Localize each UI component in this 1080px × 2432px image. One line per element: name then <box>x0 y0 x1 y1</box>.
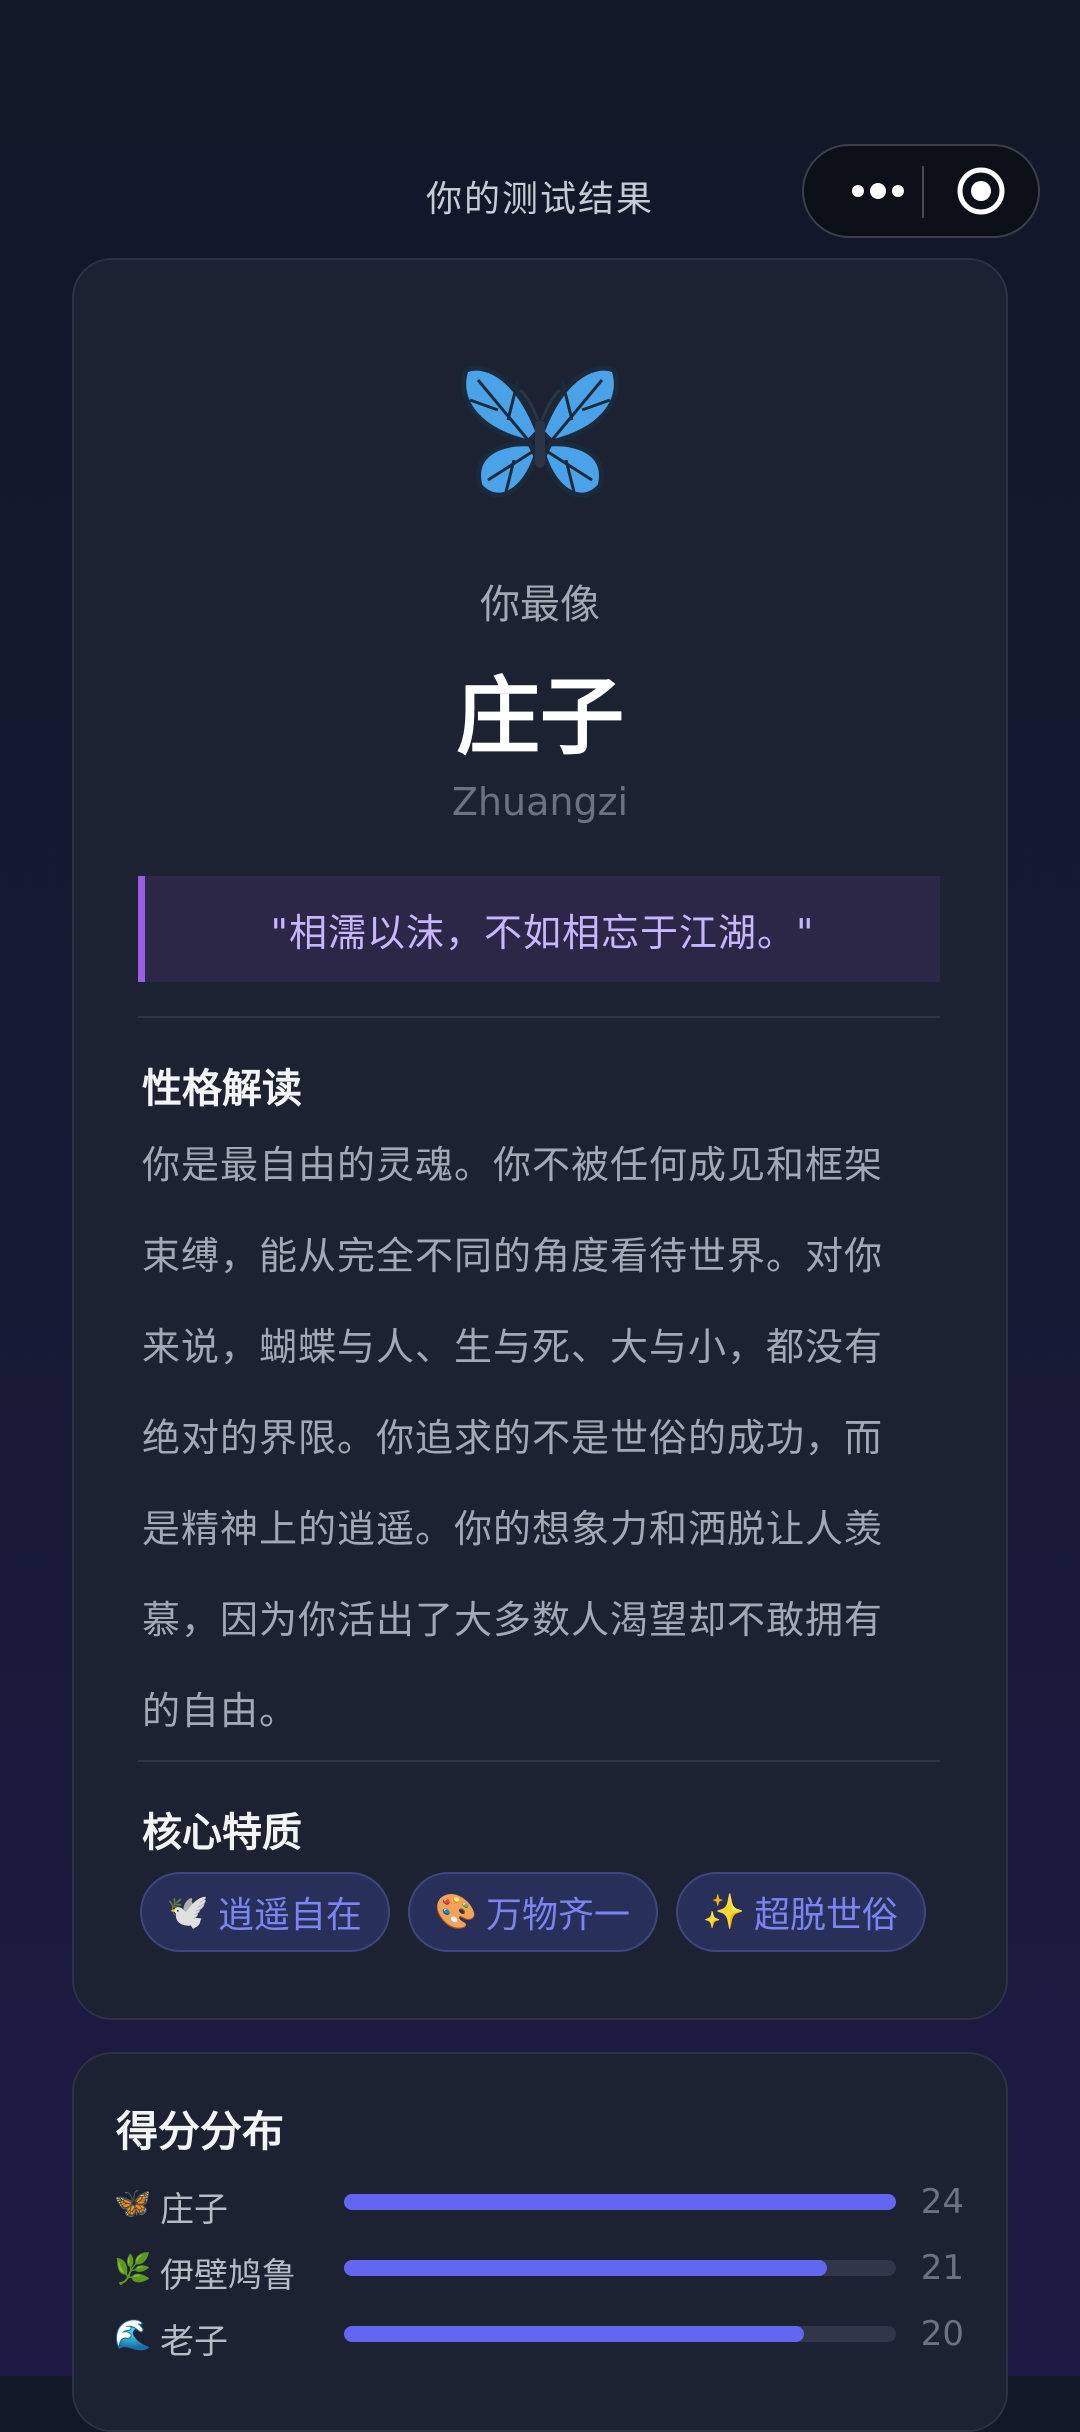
score-name: 老子 <box>160 2322 228 2362</box>
result-name-en: Zhuangzi <box>451 780 629 824</box>
description-line: 的自由。 <box>142 1689 299 1733</box>
score-value: 24 <box>920 2182 964 2222</box>
trait-tag: ✨ 超脱世俗 <box>676 1872 927 1952</box>
personality-title: 性格解读 <box>142 1066 302 1112</box>
description-line: 你是最自由的灵魂。你不被任何成见和框架 <box>142 1143 884 1187</box>
quote-text: "相濡以沫，不如相忘于江湖。" <box>270 910 815 955</box>
result-lead: 你最像 <box>480 582 600 628</box>
trait-tag: 🕊️ 逍遥自在 <box>140 1872 391 1952</box>
trait-tag: 🎨 万物齐一 <box>408 1872 659 1952</box>
close-target-icon[interactable] <box>956 166 1006 216</box>
quote-block: "相濡以沫，不如相忘于江湖。" <box>138 876 940 982</box>
traits-list: 🕊️ 逍遥自在 🎨 万物齐一 ✨ 超脱世俗 <box>140 1872 927 1952</box>
wave-icon: 🌊 <box>114 2317 152 2353</box>
palette-icon: 🎨 <box>434 1892 478 1932</box>
score-bar-fill <box>344 2326 804 2342</box>
traits-title: 核心特质 <box>142 1810 302 1856</box>
score-bar-track <box>344 2194 896 2210</box>
score-name: 伊壁鸠鲁 <box>160 2256 296 2296</box>
score-row: 🌊 老子 20 <box>114 2312 964 2362</box>
butterfly-icon <box>461 365 619 498</box>
score-value: 21 <box>920 2248 964 2288</box>
more-options-icon[interactable] <box>838 146 918 236</box>
score-row: 🦋 庄子 24 <box>114 2180 964 2230</box>
herb-icon: 🌿 <box>114 2251 152 2287</box>
result-name: 庄子 <box>455 668 624 766</box>
score-bar-track <box>344 2326 896 2342</box>
mini-program-capsule <box>802 144 1040 238</box>
score-title: 得分分布 <box>116 2107 285 2156</box>
dove-icon: 🕊️ <box>166 1892 210 1932</box>
sparkles-icon: ✨ <box>702 1892 746 1932</box>
description-line: 是精神上的逍遥。你的想象力和洒脱让人羡 <box>142 1507 884 1551</box>
butterfly-icon: 🦋 <box>114 2185 152 2221</box>
description-line: 束缚，能从完全不同的角度看待世界。对你 <box>142 1234 884 1278</box>
trait-label: 超脱世俗 <box>754 1895 899 1936</box>
score-bar-fill <box>344 2260 827 2276</box>
score-bar-track <box>344 2260 896 2276</box>
capsule-divider <box>922 166 924 218</box>
divider <box>138 1760 940 1762</box>
description-line: 慕，因为你活出了大多数人渴望却不敢拥有 <box>142 1598 884 1642</box>
score-bar-fill <box>344 2194 896 2210</box>
score-value: 20 <box>920 2314 964 2354</box>
score-row: 🌿 伊壁鸠鲁 21 <box>114 2246 964 2296</box>
trait-label: 逍遥自在 <box>218 1895 363 1936</box>
description-line: 绝对的界限。你追求的不是世俗的成功，而 <box>142 1416 884 1460</box>
description-line: 来说，蝴蝶与人、生与死、大与小，都没有 <box>142 1325 884 1369</box>
score-name: 庄子 <box>160 2190 228 2230</box>
personality-description: 你是最自由的灵魂。你不被任何成见和框架 束缚，能从完全不同的角度看待世界。对你 … <box>142 1120 942 1757</box>
trait-label: 万物齐一 <box>486 1895 631 1936</box>
divider <box>138 1016 940 1018</box>
